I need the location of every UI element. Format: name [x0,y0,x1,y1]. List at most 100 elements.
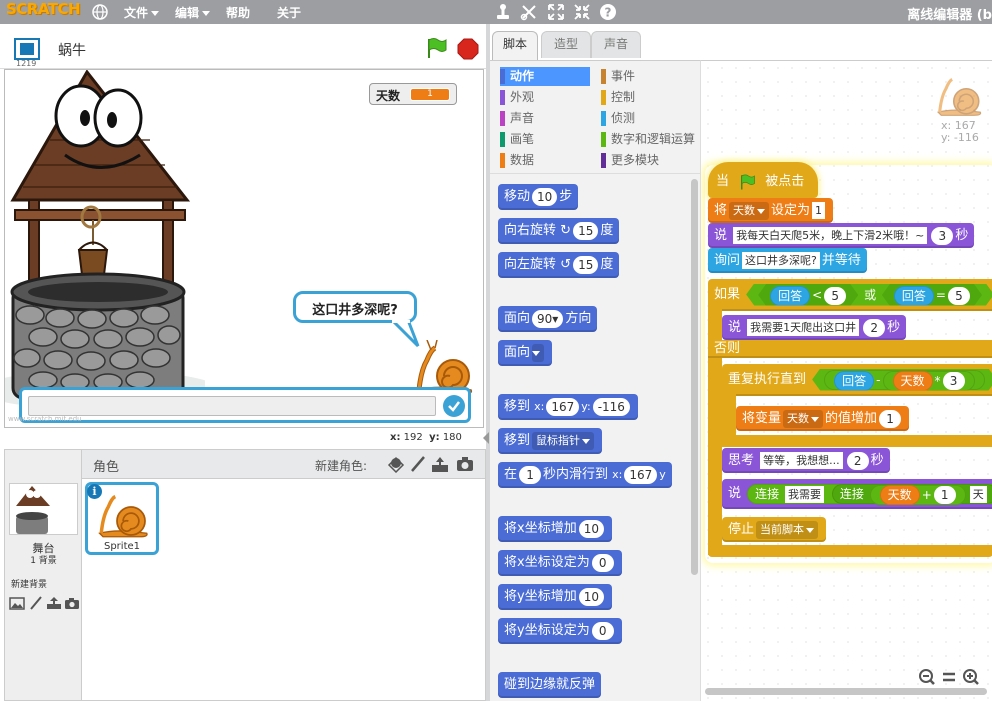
menu-help[interactable]: 帮助 [226,4,250,21]
block-point-in-direction[interactable]: 面向 90▾ 方向 [498,306,598,332]
block-dropdown[interactable]: 当前脚本 [756,520,819,539]
block-input[interactable]: 10 [532,187,558,206]
block-say-for-secs[interactable]: 说 我需要1天爬出这口井 2 秒 [722,315,907,340]
block-input[interactable]: 等等，我想想... [760,452,843,469]
category-sound[interactable]: 声音 [500,109,590,128]
block-input[interactable]: 1 [879,409,902,428]
choose-backdrop-icon[interactable] [9,596,25,610]
block-glide[interactable]: 在 1 秒内滑行到 x: 167 y [498,462,672,488]
palette-scrollbar[interactable] [691,179,698,575]
block-input[interactable]: 167 [546,397,580,416]
zoom-in-icon[interactable] [963,669,979,685]
block-input[interactable]: 2 [863,318,886,337]
upload-sprite-icon[interactable] [430,455,450,473]
menu-about[interactable]: 关于 [277,4,301,21]
block-dropdown[interactable]: 天数 [783,409,824,428]
block-move-steps[interactable]: 移动 10 步 [498,184,579,210]
block-input[interactable]: 10 [578,587,604,606]
scratch-logo[interactable]: SCRATCH [6,0,81,18]
block-set-variable[interactable]: 将天数 设定为 1 [708,198,834,223]
stage[interactable]: 天数 1 这口井多深呢? www.scratch.mit.edu [4,69,484,428]
block-input[interactable]: 15 [573,221,599,240]
block-input[interactable]: -116 [592,397,630,416]
stage-thumbnail[interactable] [9,483,78,535]
block-bounce-on-edge[interactable]: 碰到边缘就反弹 [498,672,602,698]
sprite-tile-sprite1[interactable]: i Sprite1 [85,482,159,555]
category-motion[interactable]: 动作 [500,67,590,86]
category-more-blocks[interactable]: 更多模块 [601,151,701,170]
duplicate-stamp-icon[interactable] [493,2,513,22]
choose-sprite-from-library-icon[interactable] [386,455,406,473]
operator-join[interactable]: 连接 天数 +1 天 [831,484,992,505]
block-stop[interactable]: 停止 当前脚本 [722,517,827,542]
category-looks[interactable]: 外观 [500,88,590,107]
block-input[interactable]: 1 [519,465,542,484]
block-input[interactable]: 90▾ [532,309,564,328]
variable-monitor-days[interactable]: 天数 1 [369,83,457,105]
block-input[interactable]: 0 [591,621,614,640]
globe-icon[interactable] [90,2,110,22]
operator-or[interactable]: 回答 <5 或 回答 = 5 [746,284,992,306]
block-change-y[interactable]: 将y坐标增加 10 [498,584,612,610]
fullscreen-icon[interactable] [14,38,40,60]
delete-scissors-icon[interactable] [519,2,539,22]
menu-edit[interactable]: 编辑 [175,4,211,21]
zoom-out-icon[interactable] [919,669,935,685]
category-pen[interactable]: 画笔 [500,130,590,149]
block-input[interactable]: 10 [578,519,604,538]
block-go-to-xy[interactable]: 移到 x: 167 y: -116 [498,394,638,420]
block-say-for-secs[interactable]: 说 我每天白天爬5米，晚上下滑2米哦！~ 3 秒 [708,223,975,248]
block-when-flag-clicked[interactable]: 当 被点击 [708,162,818,198]
block-dropdown[interactable]: 鼠标指针 [532,431,595,450]
block-input[interactable]: 这口井多深呢? [742,252,820,269]
category-data[interactable]: 数据 [500,151,590,170]
block-think-for-secs[interactable]: 思考 等等，我想想... 2 秒 [722,448,890,473]
block-say[interactable]: 说 连接 我需要 连接 天数 +1 天 [722,479,992,509]
block-input[interactable]: 15 [573,255,599,274]
block-go-to[interactable]: 移到 鼠标指针 [498,428,603,454]
block-input[interactable]: 我每天白天爬5米，晚上下滑2米哦！~ [733,227,928,244]
collapse-arrow-icon[interactable] [483,432,489,444]
operator-condition[interactable]: 回答 - 天数 * 3 [812,369,992,391]
operator-add[interactable]: 天数 +1 [869,484,966,505]
block-input[interactable]: 天 [969,486,987,503]
block-change-variable[interactable]: 将变量 天数 的值增加 1 [736,406,910,431]
tab-sounds[interactable]: 声音 [591,31,641,58]
category-control[interactable]: 控制 [601,88,701,107]
shrink-icon[interactable] [572,2,592,22]
green-flag-icon[interactable] [424,36,448,60]
block-if-else[interactable]: 如果 回答<5 或 回答=5 那么 [708,279,992,311]
block-input[interactable]: 5 [824,287,846,305]
camera-icon[interactable] [455,455,475,473]
paint-new-sprite-icon[interactable] [408,455,428,473]
reporter-variable-days[interactable]: 天数 [879,485,920,505]
upload-backdrop-icon[interactable] [46,596,62,610]
ask-answer-input[interactable] [28,396,436,416]
menu-file[interactable]: 文件 [124,4,160,21]
block-point-towards[interactable]: 面向 [498,340,553,366]
grow-icon[interactable] [546,2,566,22]
block-ask-and-wait[interactable]: 询问 这口井多深呢? 并等待 [708,248,867,273]
scripts-horizontal-scrollbar[interactable] [705,688,987,695]
tab-scripts[interactable]: 脚本 [492,31,538,61]
operator-multiply[interactable]: 天数 * 3 [883,371,975,391]
scripts-area[interactable]: x: 167 y: -116 当 被点击 将天数 设定为 1 说 我每天白天爬5米，… [700,60,992,701]
category-operators[interactable]: 数字和逻辑运算 [601,130,701,149]
help-icon[interactable]: ? [598,2,618,22]
paint-backdrop-icon[interactable] [28,596,44,610]
block-set-y[interactable]: 将y坐标设定为 0 [498,618,622,644]
block-input[interactable]: 1 [812,202,826,219]
reporter-answer[interactable]: 回答 [894,286,934,306]
block-input[interactable]: 我需要1天爬出这口井 [747,319,860,336]
block-dropdown[interactable] [532,343,545,362]
block-repeat-until[interactable]: 重复执行直到 回答 - 天数 * 3 [722,364,992,396]
reporter-variable-days[interactable]: 天数 [893,371,933,391]
block-dropdown[interactable]: 天数 [729,201,770,220]
block-turn-right[interactable]: 向右旋转 ↻ 15 度 [498,218,620,244]
stop-icon[interactable] [457,38,479,60]
block-set-x[interactable]: 将x坐标设定为 0 [498,550,622,576]
block-input[interactable]: 1 [933,486,956,504]
block-input[interactable]: 167 [624,465,658,484]
block-input[interactable]: 我需要 [785,485,824,503]
category-sensing[interactable]: 侦测 [601,109,701,128]
